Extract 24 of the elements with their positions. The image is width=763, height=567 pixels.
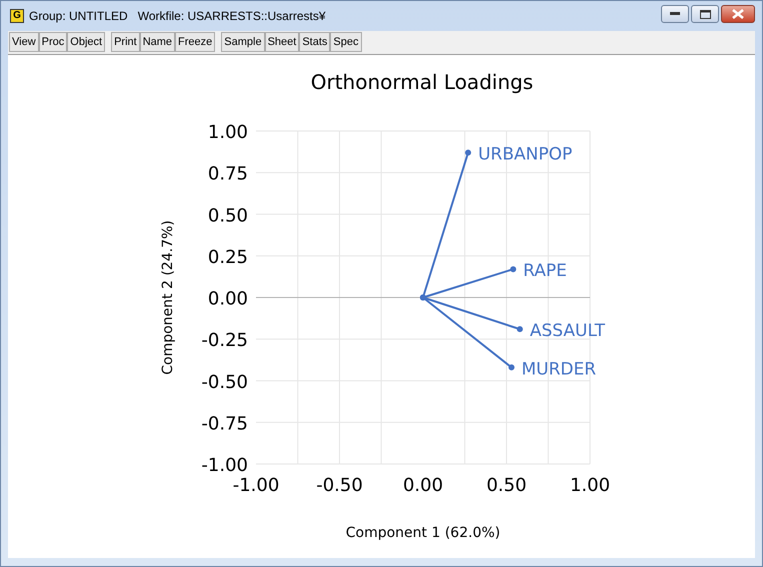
axis-title: Component 1 (62.0%) [346,525,500,541]
axis-tick-label: 0.25 [208,246,248,268]
axis-tick-label: -0.75 [201,413,248,434]
axis-tick-label: -1.00 [201,455,248,476]
axis-tick-label: 0.00 [208,288,248,310]
axis-tick-label: 1.00 [208,122,248,143]
axis-tick-label: -0.25 [201,330,248,352]
axis-tick-label: -1.00 [232,475,280,496]
axis-tick-label: 0.50 [208,205,248,226]
app-icon: G [10,9,24,23]
axis-tick-label: -0.50 [316,475,363,496]
axis-title: Component 2 (24.7%) [160,220,176,375]
axis-tick-label: 0.00 [402,475,444,496]
axis-tick-label: 0.75 [208,164,248,185]
axis-tick-label: 1.00 [570,475,610,496]
axis-tick-label: -0.50 [201,372,248,393]
series-label: MURDER [522,359,596,380]
series-label: URBANPOP [478,144,572,165]
chart-title: Orthonormal Loadings [310,70,534,94]
window-title: Group: UNTITLED [29,9,128,23]
window-title: Workfile: USARRESTS::Usarrests¥ [138,9,326,23]
axis-tick-label: 0.50 [486,475,527,496]
series-label: ASSAULT [530,321,605,342]
series-label: RAPE [523,261,567,282]
